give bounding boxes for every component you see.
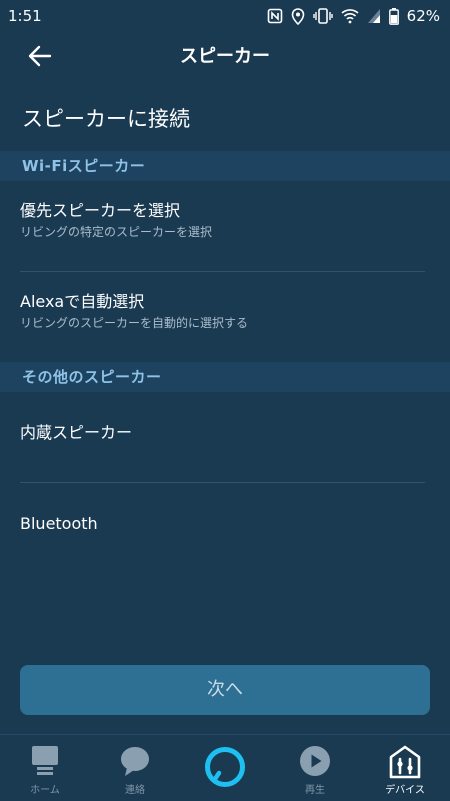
group-header-other-speakers: その他のスピーカー (0, 362, 450, 392)
status-bar: 1:51 62% (0, 0, 450, 32)
list-item-preferred-speaker[interactable]: 優先スピーカーを選択 リビングの特定のスピーカーを選択 (0, 199, 450, 259)
nav-item-devices[interactable]: デバイス (360, 735, 450, 801)
list-item-alexa-auto-select[interactable]: Alexaで自動選択 リビングのスピーカーを自動的に選択する (0, 290, 450, 350)
status-icons: 62% (267, 7, 440, 25)
divider (20, 271, 425, 272)
battery-icon (388, 7, 399, 25)
group-header-wifi-speakers: Wi-Fiスピーカー (0, 151, 450, 181)
vibrate-icon (312, 8, 333, 24)
status-time: 1:51 (8, 7, 42, 25)
location-icon (291, 7, 305, 25)
chat-bubble-icon (119, 745, 151, 783)
battery-percent: 62% (406, 7, 440, 25)
nav-label: 再生 (305, 785, 325, 796)
nav-label: 連絡 (125, 785, 145, 796)
list-item-bluetooth[interactable]: Bluetooth (0, 512, 450, 552)
nav-label: デバイス (385, 785, 425, 796)
page-title: スピーカー (180, 46, 270, 67)
next-button[interactable]: 次へ (20, 665, 430, 715)
alexa-ring-icon (203, 745, 247, 793)
section-title: スピーカーに接続 (22, 107, 190, 131)
nfc-icon (267, 8, 283, 24)
app-bar: スピーカー (0, 32, 450, 84)
list-item-subtitle: リビングの特定のスピーカーを選択 (20, 225, 213, 239)
home-icon (30, 745, 60, 783)
devices-icon (389, 745, 421, 783)
play-icon (299, 745, 331, 781)
list-item-subtitle: リビングのスピーカーを自動的に選択する (20, 316, 249, 330)
nav-item-home[interactable]: ホーム (0, 735, 90, 801)
list-item-title: Alexaで自動選択 (20, 292, 145, 311)
bottom-nav: ホーム 連絡 再生 デバイス (0, 734, 450, 800)
nav-label: ホーム (30, 785, 60, 796)
divider (20, 482, 425, 483)
nav-item-alexa[interactable] (180, 735, 270, 801)
signal-icon (367, 8, 381, 24)
wifi-icon (341, 8, 359, 24)
list-item-title: Bluetooth (20, 514, 98, 533)
list-item-title: 優先スピーカーを選択 (20, 201, 181, 220)
list-item-built-in-speaker[interactable]: 内蔵スピーカー (0, 421, 450, 461)
list-item-title: 内蔵スピーカー (20, 423, 133, 442)
nav-item-communicate[interactable]: 連絡 (90, 735, 180, 801)
nav-item-play[interactable]: 再生 (270, 735, 360, 801)
